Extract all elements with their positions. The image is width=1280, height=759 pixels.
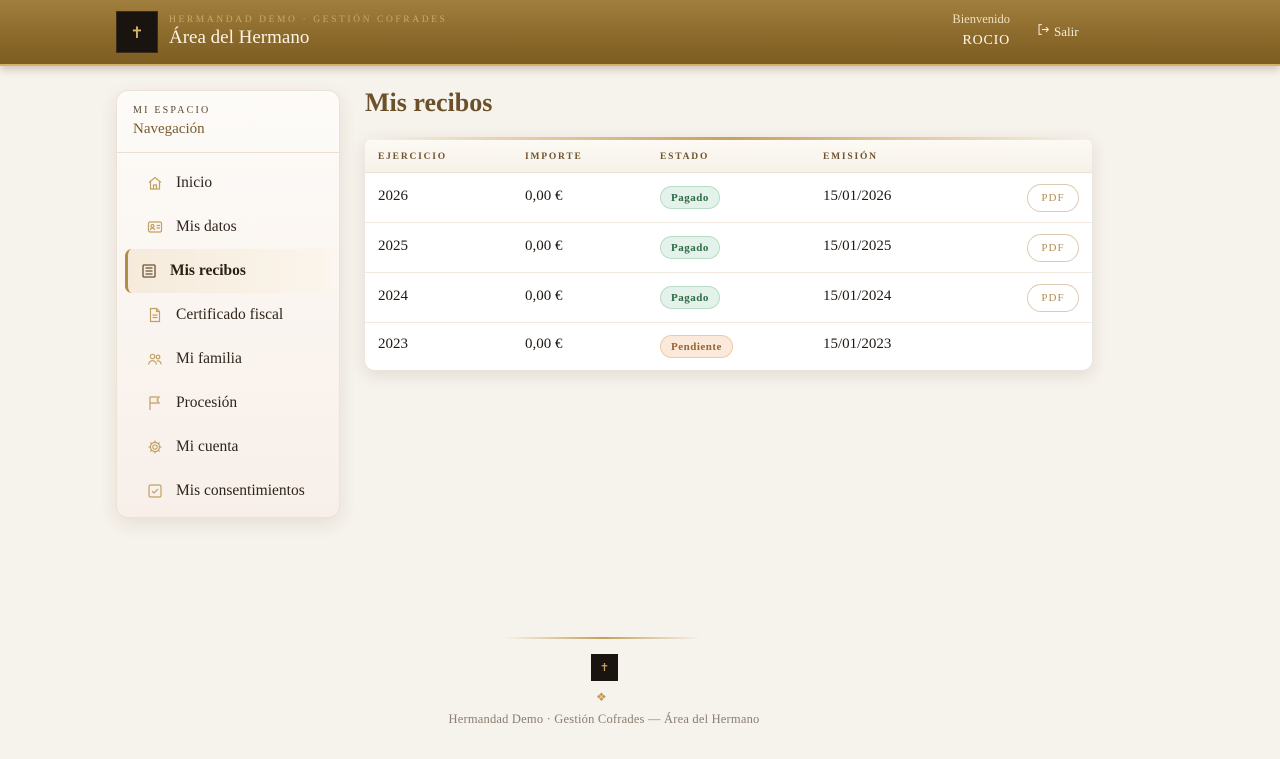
pdf-download-button[interactable]: PDF: [1027, 234, 1079, 262]
gear-icon: [147, 439, 163, 455]
pdf-download-button[interactable]: PDF: [1027, 184, 1079, 212]
status-badge: Pendiente: [660, 335, 733, 358]
family-icon: [147, 351, 163, 367]
checkbox-icon: [147, 483, 163, 499]
sidebar-item-label: Inicio: [176, 174, 213, 191]
cell-year: 2026: [378, 188, 408, 204]
column-header-importe: IMPORTE: [525, 152, 583, 162]
cell-amount: 0,00 €: [525, 288, 563, 304]
cell-year: 2024: [378, 288, 408, 304]
sidebar-title: Navegación: [133, 121, 205, 137]
table-row: 2023 0,00 € Pendiente 15/01/2023: [365, 323, 1092, 370]
footer-text: Hermandad Demo · Gestión Cofrades — Área…: [448, 712, 760, 726]
cell-date: 15/01/2023: [823, 336, 892, 352]
cell-date: 15/01/2025: [823, 238, 892, 254]
sidebar-item-label: Mis recibos: [170, 262, 246, 279]
sidebar-item-label: Procesión: [176, 394, 238, 411]
column-header-estado: ESTADO: [660, 152, 710, 162]
sidebar: MI ESPACIO Navegación Inicio Mis datos M…: [116, 90, 340, 518]
sidebar-item-mis-datos[interactable]: Mis datos: [125, 205, 331, 249]
sidebar-kicker: MI ESPACIO: [133, 105, 211, 116]
id-card-icon: [147, 219, 163, 235]
table-row: 2024 0,00 € Pagado 15/01/2024 PDF: [365, 273, 1092, 323]
cell-amount: 0,00 €: [525, 336, 563, 352]
column-header-ejercicio: EJERCICIO: [378, 152, 447, 162]
welcome-block: Bienvenido ROCIO: [952, 12, 1010, 49]
status-badge: Pagado: [660, 186, 720, 209]
sidebar-item-mi-cuenta[interactable]: Mi cuenta: [125, 425, 331, 469]
user-name: ROCIO: [962, 33, 1010, 48]
crest-icon: ✝: [599, 661, 610, 674]
page-title: Mis recibos: [365, 88, 493, 117]
sidebar-item-label: Mi familia: [176, 350, 242, 367]
logout-icon: [1037, 23, 1050, 40]
table-header: EJERCICIO IMPORTE ESTADO EMISIÓN: [365, 140, 1092, 173]
ornament-icon: ❖: [596, 690, 607, 704]
receipt-icon: [141, 263, 157, 279]
sidebar-item-label: Certificado fiscal: [176, 306, 284, 323]
logout-label: Salir: [1054, 23, 1079, 39]
cell-date: 15/01/2026: [823, 188, 892, 204]
cell-amount: 0,00 €: [525, 188, 563, 204]
sidebar-item-label: Mi cuenta: [176, 438, 239, 455]
document-icon: [147, 307, 163, 323]
cell-amount: 0,00 €: [525, 238, 563, 254]
home-icon: [147, 175, 163, 191]
sidebar-item-inicio[interactable]: Inicio: [125, 161, 331, 205]
receipts-table: EJERCICIO IMPORTE ESTADO EMISIÓN 2026 0,…: [365, 137, 1092, 370]
column-header-emision: EMISIÓN: [823, 152, 878, 162]
sidebar-menu: Inicio Mis datos Mis recibos Certificado…: [117, 153, 339, 513]
top-header: ✝ HERMANDAD DEMO · GESTIÓN COFRADES Área…: [0, 0, 1280, 66]
cell-date: 15/01/2024: [823, 288, 892, 304]
table-row: 2025 0,00 € Pagado 15/01/2025 PDF: [365, 223, 1092, 273]
brotherhood-logo[interactable]: ✝: [116, 11, 158, 53]
sidebar-item-mis-recibos[interactable]: Mis recibos: [125, 249, 331, 293]
sidebar-item-label: Mis datos: [176, 218, 237, 235]
status-badge: Pagado: [660, 286, 720, 309]
brand-kicker: HERMANDAD DEMO · GESTIÓN COFRADES: [169, 15, 448, 25]
flag-icon: [147, 395, 163, 411]
sidebar-header: MI ESPACIO Navegación: [117, 91, 339, 153]
footer-logo: ✝: [591, 654, 618, 681]
sidebar-item-procesion[interactable]: Procesión: [125, 381, 331, 425]
sidebar-item-mi-familia[interactable]: Mi familia: [125, 337, 331, 381]
pdf-download-button[interactable]: PDF: [1027, 284, 1079, 312]
sidebar-item-mis-consentimientos[interactable]: Mis consentimientos: [125, 469, 331, 513]
welcome-label: Bienvenido: [952, 12, 1010, 26]
cell-year: 2025: [378, 238, 408, 254]
sidebar-item-certificado-fiscal[interactable]: Certificado fiscal: [125, 293, 331, 337]
sidebar-item-label: Mis consentimientos: [176, 482, 305, 499]
table-row: 2026 0,00 € Pagado 15/01/2026 PDF: [365, 173, 1092, 223]
footer-divider: [505, 637, 701, 639]
logout-button[interactable]: Salir: [1037, 23, 1079, 40]
cell-year: 2023: [378, 336, 408, 352]
crest-icon: ✝: [130, 22, 144, 42]
status-badge: Pagado: [660, 236, 720, 259]
app-title: Área del Hermano: [169, 27, 310, 48]
